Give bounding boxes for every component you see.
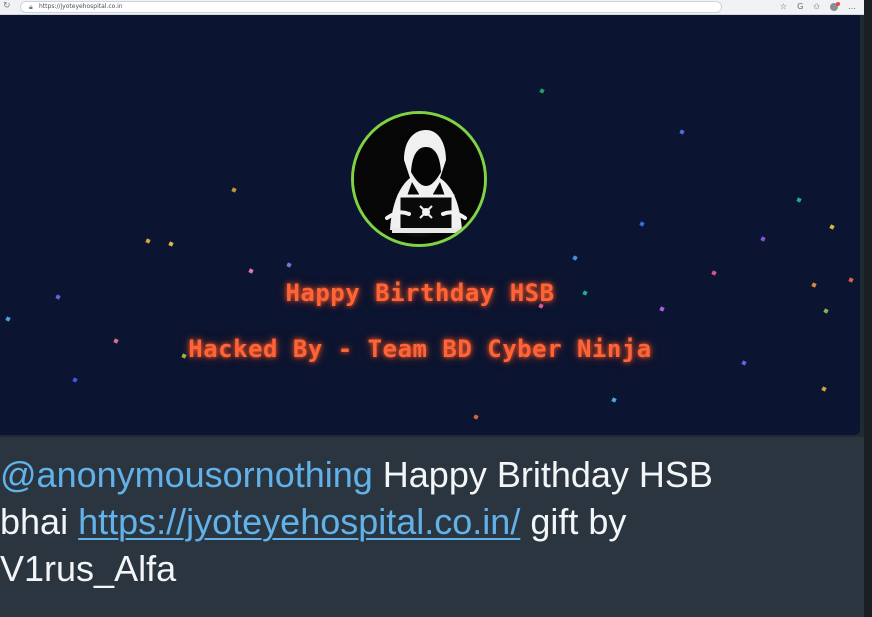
confetti-piece: [639, 221, 645, 227]
confetti-piece: [611, 397, 617, 403]
screenshot-frame: ↻ 🔒︎ https://jyoteyehospital.co.in ☆ G ✩…: [0, 0, 864, 617]
reload-icon[interactable]: ↻: [3, 1, 12, 11]
confetti-piece: [796, 197, 802, 203]
tweet-text-part: Happy Brithday HSB: [372, 454, 713, 495]
confetti-piece: [572, 255, 578, 261]
url-text[interactable]: https://jyoteyehospital.co.in: [39, 2, 123, 12]
extension-icon[interactable]: G: [797, 1, 803, 12]
confetti-piece: [145, 238, 151, 244]
hero-headline: Happy Birthday HSB: [285, 279, 555, 307]
tweet-author-handle: V1rus_Alfa: [0, 548, 177, 589]
confetti-piece: [679, 129, 685, 135]
window-edge: [864, 0, 872, 617]
hooded-hacker-icon: [354, 114, 484, 244]
confetti-piece: [711, 270, 717, 276]
star-icon[interactable]: ☆: [780, 1, 787, 12]
confetti-piece: [5, 316, 11, 322]
confetti-piece: [760, 236, 766, 242]
hacker-logo: [351, 111, 487, 247]
confetti-piece: [823, 308, 829, 314]
confetti-piece: [473, 414, 479, 420]
browser-toolbar: ↻ 🔒︎ https://jyoteyehospital.co.in ☆ G ✩…: [0, 0, 864, 15]
bookmark-icon[interactable]: ✩: [813, 1, 820, 12]
more-icon[interactable]: …: [848, 1, 856, 12]
confetti-piece: [168, 241, 174, 247]
hero-subheadline: Hacked By - Team BD Cyber Ninja: [188, 335, 652, 363]
confetti-piece: [231, 187, 237, 193]
lock-icon: 🔒︎: [29, 3, 33, 11]
toolbar-icons: ☆ G ✩ …: [780, 1, 856, 12]
tweet-text-part: gift by: [520, 501, 627, 542]
tweet-text-part: bhai: [0, 501, 79, 542]
profile-avatar[interactable]: [830, 1, 840, 11]
defaced-webpage: Happy Birthday HSB Hacked By - Team BD C…: [0, 15, 860, 435]
mention-link[interactable]: @anonymousornothing: [0, 454, 373, 495]
confetti-piece: [539, 88, 545, 94]
confetti-piece: [72, 377, 78, 383]
tweet-text: @anonymousornothing Happy Brithday HSB b…: [0, 451, 860, 592]
confetti-piece: [286, 262, 292, 268]
confetti-piece: [821, 386, 827, 392]
confetti-piece: [848, 277, 854, 283]
website-link[interactable]: https://jyoteyehospital.co.in/: [78, 501, 520, 542]
confetti-piece: [248, 268, 254, 274]
confetti-piece: [829, 224, 835, 230]
address-bar[interactable]: 🔒︎ https://jyoteyehospital.co.in: [20, 1, 722, 13]
